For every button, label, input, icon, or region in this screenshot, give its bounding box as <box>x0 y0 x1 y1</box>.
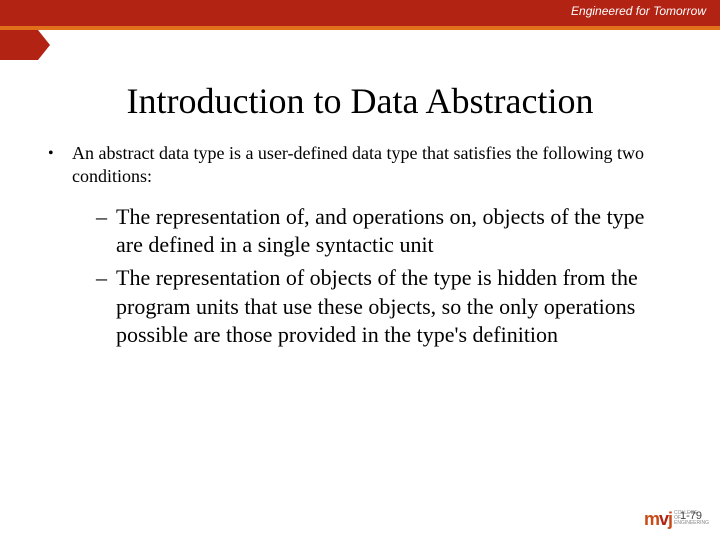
list-item: – The representation of, and operations … <box>96 203 672 260</box>
dash-icon: – <box>96 264 116 350</box>
logo: mvj <box>644 509 672 530</box>
list-item-text: The representation of, and operations on… <box>116 203 672 260</box>
header-tagline: Engineered for Tomorrow <box>571 4 706 18</box>
bullet-dot-icon: • <box>48 142 72 189</box>
intro-bullet: • An abstract data type is a user-define… <box>48 142 672 189</box>
dash-icon: – <box>96 203 116 260</box>
slide-content: Introduction to Data Abstraction • An ab… <box>0 30 720 350</box>
slide-title: Introduction to Data Abstraction <box>48 80 672 122</box>
logo-v: v <box>659 509 668 529</box>
logo-j: j <box>668 509 672 529</box>
list-item-text: The representation of objects of the typ… <box>116 264 672 350</box>
intro-text: An abstract data type is a user-defined … <box>72 142 672 189</box>
page-number: 1-79 <box>680 510 702 522</box>
red-tab-decoration <box>0 30 38 60</box>
logo-m: m <box>644 509 659 529</box>
sublist: – The representation of, and operations … <box>48 203 672 350</box>
list-item: – The representation of objects of the t… <box>96 264 672 350</box>
header-bar: Engineered for Tomorrow <box>0 0 720 26</box>
